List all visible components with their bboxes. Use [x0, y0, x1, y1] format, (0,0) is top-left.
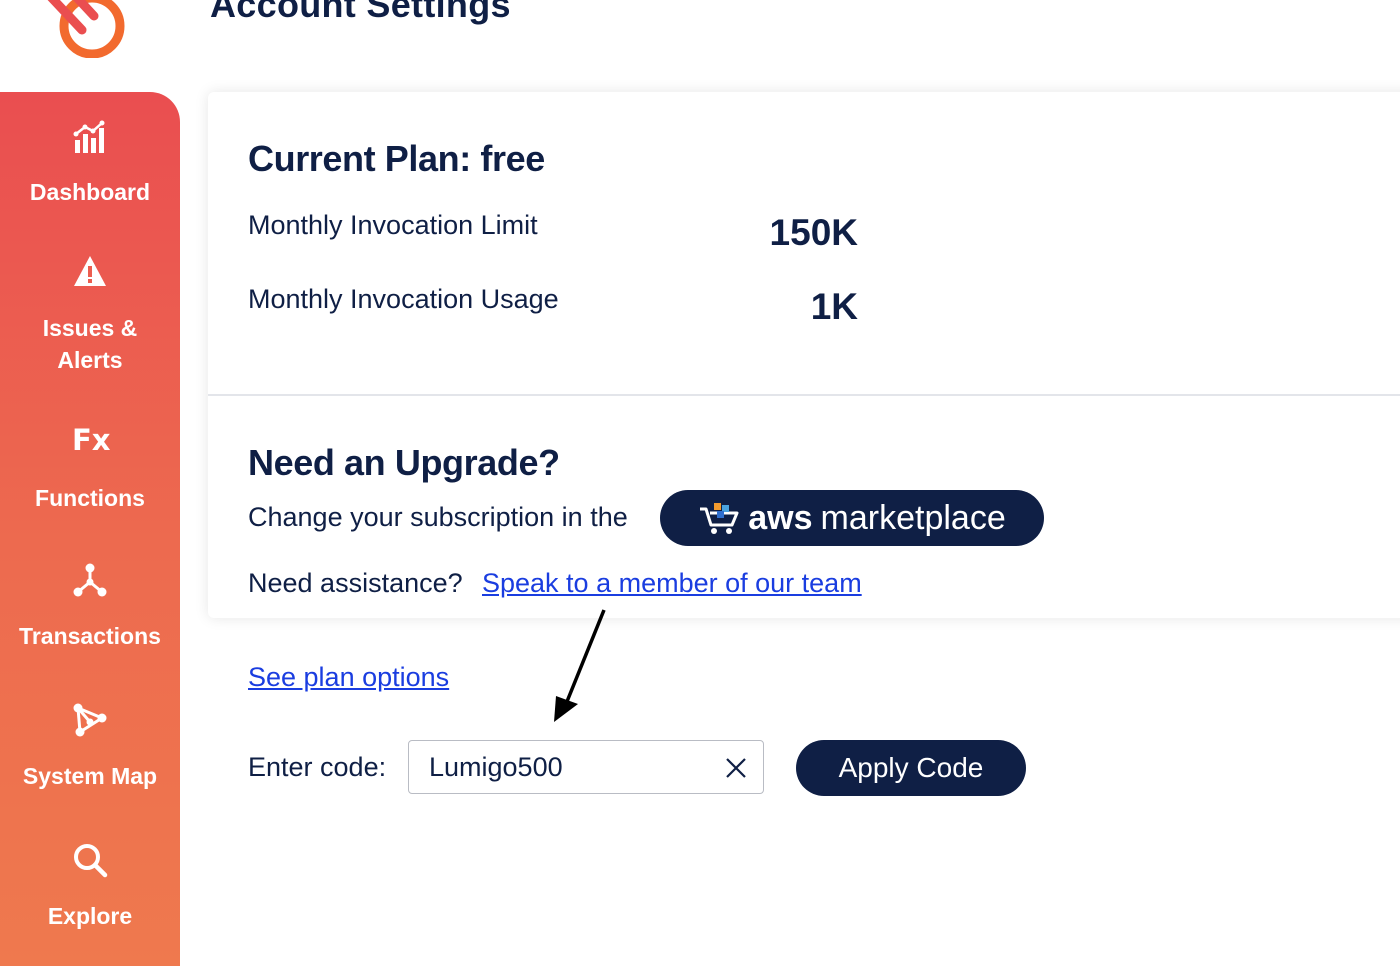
marketplace-text: marketplace [820, 498, 1006, 537]
sidebar-item-label: Functions [35, 485, 145, 511]
assistance-text: Need assistance? [248, 568, 463, 598]
page-title: Account Settings [210, 0, 511, 25]
invocation-usage-value: 1K [810, 286, 858, 327]
account-settings-page: Account Settings Dashboard Issues & Aler… [0, 0, 1400, 966]
card-divider [208, 394, 1400, 396]
sidebar-item-dashboard[interactable]: Dashboard [0, 120, 180, 208]
sidebar-item-functions[interactable]: Fx Functions [0, 422, 180, 514]
subscription-text: Change your subscription in the [248, 502, 628, 532]
plan-card: Current Plan: free Monthly Invocation Li… [208, 92, 1400, 618]
sidebar: Dashboard Issues & Alerts Fx Functions T… [0, 92, 180, 966]
invocation-limit-label: Monthly Invocation Limit [248, 210, 538, 240]
enter-code-label: Enter code: [248, 752, 387, 782]
clear-icon[interactable] [723, 755, 749, 781]
sidebar-item-issues-alerts[interactable]: Issues & Alerts [0, 254, 180, 376]
sidebar-item-label: Explore [47, 903, 133, 929]
see-plan-options-link[interactable]: See plan options [248, 662, 449, 693]
sidebar-item-label: Transactions [19, 623, 161, 649]
warning-icon [74, 256, 106, 286]
sidebar-item-label: Dashboard [29, 179, 151, 205]
fx-icon: Fx [72, 423, 111, 457]
cart-icon [700, 503, 739, 534]
sidebar-item-label: Issues & Alerts [42, 315, 138, 373]
upgrade-title: Need an Upgrade? [248, 442, 560, 483]
invocation-usage-label: Monthly Invocation Usage [248, 284, 559, 314]
code-input[interactable] [429, 749, 709, 785]
invocation-limit-value: 150K [769, 212, 858, 253]
code-input-container [408, 740, 764, 794]
system-map-icon [73, 703, 107, 737]
annotation-arrow [554, 609, 606, 722]
aws-marketplace-button[interactable]: aws marketplace [660, 490, 1044, 546]
lumigo-logo[interactable] [40, 0, 132, 58]
bar-chart-icon [73, 120, 105, 153]
sidebar-item-label: System Map [22, 763, 158, 789]
sidebar-item-system-map[interactable]: System Map [0, 702, 180, 792]
search-icon [74, 844, 108, 878]
current-plan-title: Current Plan: free [248, 138, 545, 179]
aws-text: aws [748, 498, 813, 537]
speak-to-team-link[interactable]: Speak to a member of our team [482, 568, 862, 599]
apply-code-button[interactable]: Apply Code [796, 740, 1026, 796]
transactions-icon [73, 563, 107, 597]
sidebar-item-transactions[interactable]: Transactions [0, 562, 180, 652]
sidebar-item-explore[interactable]: Explore [0, 842, 180, 932]
